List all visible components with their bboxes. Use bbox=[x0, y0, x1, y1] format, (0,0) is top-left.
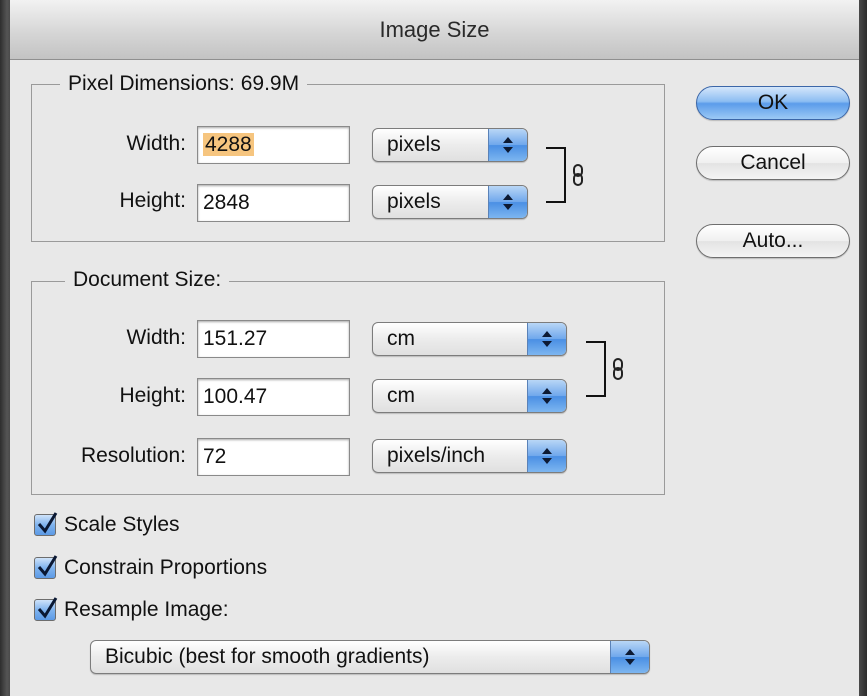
constrain-proportions-label[interactable]: Constrain Proportions bbox=[64, 556, 267, 580]
pixel-dimensions-legend: Pixel Dimensions: 69.9M bbox=[60, 72, 308, 96]
doc-width-unit-popup[interactable]: cm bbox=[372, 322, 567, 356]
window-frame-right bbox=[859, 0, 867, 696]
document-size-legend: Document Size: bbox=[65, 268, 230, 292]
auto-button[interactable]: Auto... bbox=[696, 224, 850, 258]
resolution-field[interactable]: 72 bbox=[197, 438, 350, 476]
up-down-arrows-icon bbox=[610, 641, 649, 673]
pixel-width-unit-popup[interactable]: pixels bbox=[372, 128, 528, 162]
checkmark-icon bbox=[37, 512, 58, 534]
doc-height-label: Height: bbox=[119, 384, 186, 407]
scale-styles-label[interactable]: Scale Styles bbox=[64, 513, 180, 537]
doc-height-unit-label: cm bbox=[387, 384, 415, 407]
resolution-label: Resolution: bbox=[80, 444, 186, 467]
resample-image-checkbox[interactable] bbox=[34, 597, 58, 621]
resample-method-popup[interactable]: Bicubic (best for smooth gradients) bbox=[90, 640, 650, 674]
pixel-height-unit-popup[interactable]: pixels bbox=[372, 185, 528, 219]
resolution-unit-popup[interactable]: pixels/inch bbox=[372, 439, 567, 473]
chain-link-icon[interactable] bbox=[572, 164, 584, 191]
checkmark-icon bbox=[37, 555, 58, 577]
pixel-height-field[interactable]: 2848 bbox=[197, 184, 350, 222]
resample-method-label: Bicubic (best for smooth gradients) bbox=[105, 645, 430, 668]
pixel-height-unit-label: pixels bbox=[387, 190, 441, 213]
pixel-width-value: 4288 bbox=[203, 133, 254, 156]
ok-button[interactable]: OK bbox=[696, 86, 850, 120]
resolution-unit-label: pixels/inch bbox=[387, 444, 486, 467]
pixel-height-value: 2848 bbox=[203, 191, 250, 214]
doc-height-value: 100.47 bbox=[203, 385, 268, 408]
pixel-link-bracket bbox=[546, 147, 566, 203]
doc-width-label: Width: bbox=[126, 326, 186, 349]
resolution-value: 72 bbox=[203, 445, 227, 468]
doc-height-field[interactable]: 100.47 bbox=[197, 378, 350, 416]
pixel-height-label: Height: bbox=[119, 189, 186, 212]
window-frame-left bbox=[0, 0, 10, 696]
chain-link-icon[interactable] bbox=[612, 358, 624, 385]
scale-styles-checkbox[interactable] bbox=[34, 512, 58, 536]
doc-link-bracket bbox=[586, 341, 606, 397]
cancel-button[interactable]: Cancel bbox=[696, 146, 850, 180]
checkmark-icon bbox=[37, 597, 58, 619]
up-down-arrows-icon bbox=[527, 323, 566, 355]
doc-width-value: 151.27 bbox=[203, 327, 268, 350]
doc-height-unit-popup[interactable]: cm bbox=[372, 379, 567, 413]
up-down-arrows-icon bbox=[488, 129, 527, 161]
constrain-proportions-checkbox[interactable] bbox=[34, 555, 58, 579]
pixel-width-label: Width: bbox=[126, 132, 186, 155]
doc-width-unit-label: cm bbox=[387, 327, 415, 350]
doc-width-field[interactable]: 151.27 bbox=[197, 320, 350, 358]
up-down-arrows-icon bbox=[488, 186, 527, 218]
pixel-width-unit-label: pixels bbox=[387, 133, 441, 156]
resample-image-label[interactable]: Resample Image: bbox=[64, 598, 229, 622]
up-down-arrows-icon bbox=[527, 440, 566, 472]
dialog-title: Image Size bbox=[10, 0, 859, 60]
up-down-arrows-icon bbox=[527, 380, 566, 412]
image-size-dialog: Image Size Pixel Dimensions: 69.9M Width… bbox=[10, 0, 859, 696]
pixel-width-field[interactable]: 4288 bbox=[197, 126, 350, 164]
